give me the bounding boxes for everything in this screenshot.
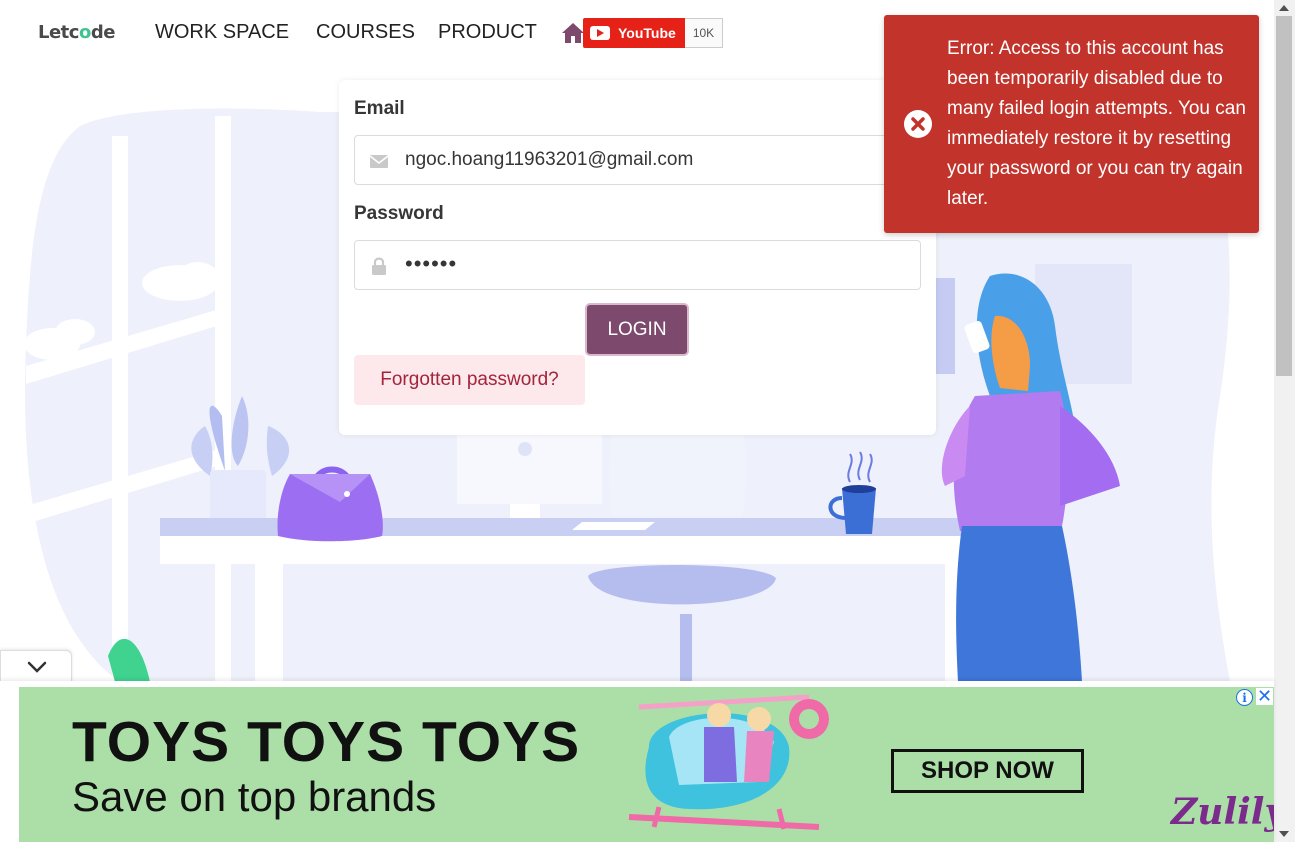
nav-courses[interactable]: COURSES xyxy=(316,21,415,44)
email-label: Email xyxy=(354,98,405,119)
forgot-password-button[interactable]: Forgotten password? xyxy=(354,355,585,405)
scrollbar-thumb[interactable] xyxy=(1276,16,1292,376)
youtube-play-icon xyxy=(590,26,610,40)
youtube-button[interactable]: YouTube xyxy=(583,18,685,48)
ad-close-icon[interactable]: ✕ xyxy=(1256,687,1273,705)
toy-helicopter-image xyxy=(628,694,829,830)
email-input-value[interactable]: ngoc.hoang11963201@gmail.com xyxy=(405,149,693,171)
chevron-down-icon xyxy=(27,661,47,673)
page-scrollbar[interactable] xyxy=(1274,0,1295,842)
error-circle-icon xyxy=(904,110,932,138)
zulily-logo: Zulily xyxy=(1171,791,1274,833)
login-card: Email ngoc.hoang11963201@gmail.com Passw… xyxy=(339,80,936,435)
ad-info-icon[interactable]: i xyxy=(1236,689,1253,706)
ad-collapse-toggle[interactable] xyxy=(0,650,72,684)
youtube-subscribe[interactable]: YouTube 10K xyxy=(583,18,724,48)
envelope-icon xyxy=(369,155,389,168)
password-field[interactable]: •••••• xyxy=(354,240,921,290)
lock-icon xyxy=(372,257,386,275)
error-toast[interactable]: Error: Access to this account has been t… xyxy=(884,15,1259,233)
shop-now-button[interactable]: SHOP NOW xyxy=(891,749,1084,793)
scroll-up-arrow-icon[interactable] xyxy=(1279,5,1289,11)
email-field[interactable]: ngoc.hoang11963201@gmail.com xyxy=(354,135,921,185)
home-icon[interactable] xyxy=(561,22,585,44)
letcode-logo[interactable]: Letcode xyxy=(38,22,115,43)
ad-subline: Save on top brands xyxy=(72,773,437,820)
ad-headline: TOYS TOYS TOYS xyxy=(72,710,581,774)
login-button[interactable]: LOGIN xyxy=(585,303,689,356)
toys-ad-banner[interactable]: TOYS TOYS TOYS Save on top brands SHOP N… xyxy=(19,687,1274,842)
youtube-subscriber-count: 10K xyxy=(684,18,724,48)
error-message: Error: Access to this account has been t… xyxy=(947,38,1246,209)
nav-workspace[interactable]: WORK SPACE xyxy=(155,21,289,44)
password-label: Password xyxy=(354,203,444,224)
password-input-value[interactable]: •••••• xyxy=(405,251,457,277)
nav-product[interactable]: PRODUCT xyxy=(438,21,537,44)
scroll-down-arrow-icon[interactable] xyxy=(1279,831,1289,837)
